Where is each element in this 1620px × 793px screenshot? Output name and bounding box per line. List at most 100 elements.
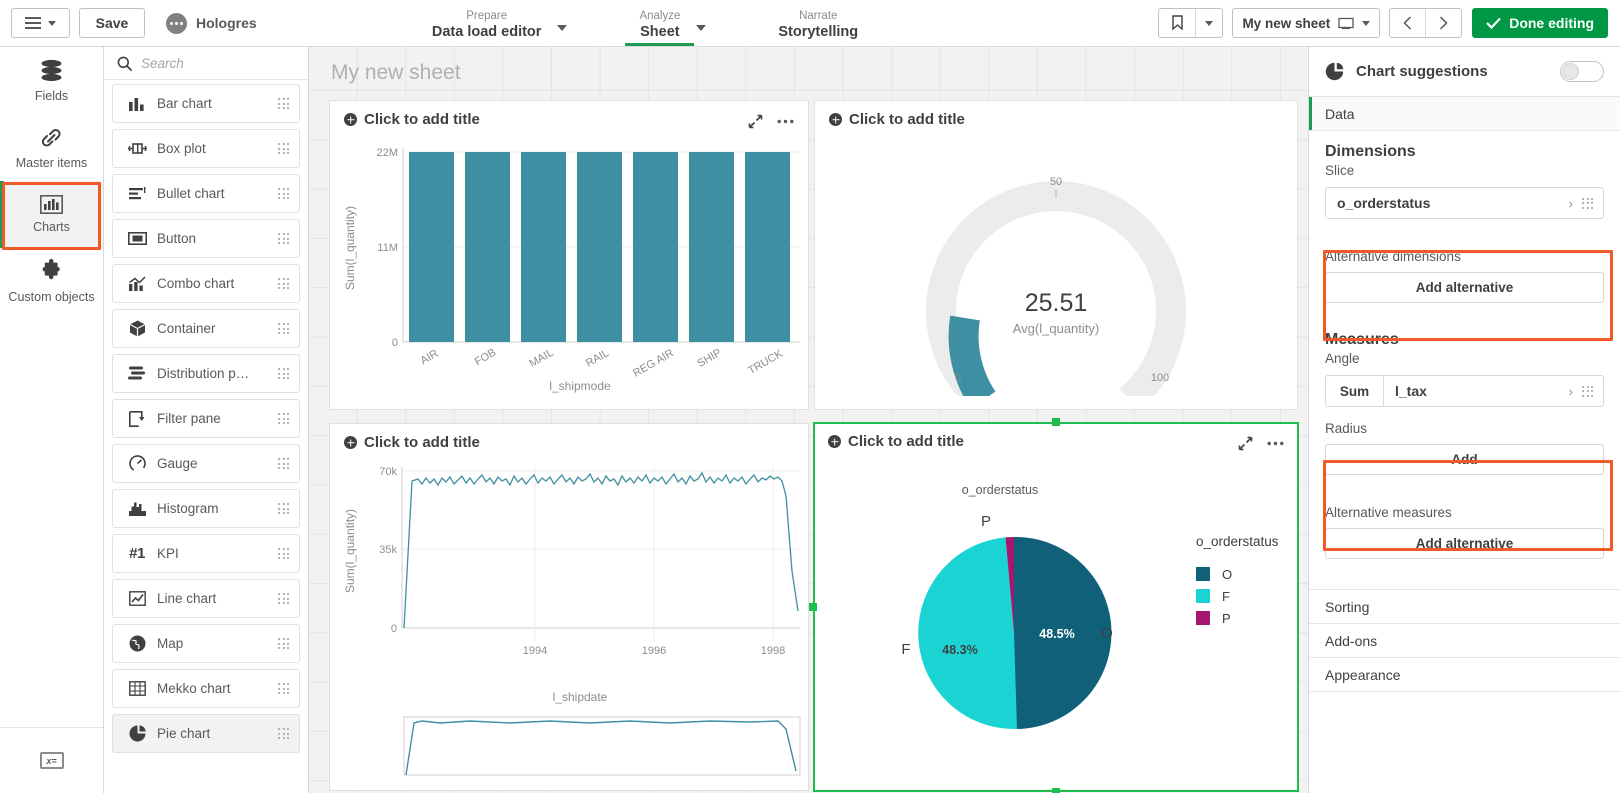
sidebar-item-charts[interactable]: Charts — [0, 181, 103, 248]
measure-aggregation-label[interactable]: Sum — [1326, 376, 1384, 406]
chart-list-item-line-chart[interactable]: Line chart — [112, 579, 300, 618]
bookmark-group — [1158, 8, 1224, 38]
add-radius-measure-button[interactable]: Add — [1325, 444, 1604, 475]
previous-sheet-button[interactable] — [1390, 9, 1425, 37]
chart-list-item-bullet-chart[interactable]: Bullet chart — [112, 174, 300, 213]
chart-list-item-gauge[interactable]: Gauge — [112, 444, 300, 483]
chart-list-item-container[interactable]: Container — [112, 309, 300, 348]
add-title-label[interactable]: Click to add title — [849, 111, 965, 128]
properties-scroll[interactable]: Data Dimensions Slice o_orderstatus › Al… — [1309, 97, 1620, 793]
selection-handle-top[interactable] — [1052, 418, 1060, 426]
drag-grip-icon[interactable] — [1582, 385, 1603, 397]
drag-grip-icon[interactable] — [278, 143, 289, 154]
drag-grip-icon[interactable] — [278, 323, 289, 334]
gauge-plot[interactable]: 50 0 100 25.51 Avg(l_quantity) — [815, 128, 1297, 396]
selection-handle-bottom[interactable] — [1052, 788, 1060, 793]
section-header-sorting[interactable]: Sorting — [1309, 590, 1620, 624]
sidebar-item-label: Fields — [34, 88, 69, 103]
chart-list-item-kpi[interactable]: #1 KPI — [112, 534, 300, 573]
chart-list-item-map[interactable]: Map — [112, 624, 300, 663]
drag-grip-icon[interactable] — [278, 368, 289, 379]
chevron-right-icon[interactable]: › — [1569, 384, 1582, 399]
done-editing-button[interactable]: Done editing — [1472, 8, 1608, 38]
sheet-canvas[interactable]: My new sheet Click to add title 22M 11M … — [309, 47, 1308, 793]
section-header-data[interactable]: Data — [1309, 97, 1620, 131]
section-label: Data — [1325, 105, 1355, 122]
chart-list-item-label: Distribution p… — [157, 366, 250, 381]
sheet-selector-button[interactable]: My new sheet — [1233, 9, 1379, 37]
measure-field-l-tax[interactable]: Sum l_tax › — [1325, 375, 1604, 407]
chart-list-item-distribution-plot[interactable]: Distribution p… — [112, 354, 300, 393]
drag-grip-icon[interactable] — [1582, 197, 1603, 209]
next-sheet-button[interactable] — [1426, 9, 1461, 37]
save-button[interactable]: Save — [79, 8, 145, 38]
drag-grip-icon[interactable] — [278, 548, 289, 559]
chart-list-item-filter-pane[interactable]: Filter pane — [112, 399, 300, 438]
svg-text:F: F — [901, 641, 910, 658]
sidebar-item-custom-objects[interactable]: Custom objects — [0, 248, 103, 315]
add-title-label[interactable]: Click to add title — [848, 433, 964, 450]
nav-item-data-load-editor[interactable]: Prepare Data load editor — [418, 0, 556, 46]
more-options-button[interactable] — [770, 107, 800, 135]
drag-grip-icon[interactable] — [278, 413, 289, 424]
chart-list-item-pie-chart[interactable]: Pie chart — [112, 714, 300, 753]
more-options-button[interactable] — [1260, 429, 1290, 457]
expression-editor-button[interactable]: x= — [0, 727, 103, 793]
section-header-add-ons[interactable]: Add-ons — [1309, 624, 1620, 658]
dimensions-heading: Dimensions — [1325, 143, 1416, 160]
app-user-chip[interactable]: Hologres — [166, 12, 257, 34]
chart-list-item-bar-chart[interactable]: Bar chart — [112, 84, 300, 123]
chevron-down-icon[interactable] — [557, 25, 568, 31]
svg-text:Sum(l_quantity): Sum(l_quantity) — [343, 206, 357, 290]
nav-item-storytelling[interactable]: Narrate Storytelling — [764, 0, 872, 46]
chart-list-item-button[interactable]: Button — [112, 219, 300, 258]
bar-chart-icon — [40, 195, 63, 214]
chart-search-input[interactable] — [141, 55, 281, 71]
drag-grip-icon[interactable] — [278, 728, 289, 739]
chart-cell-line-chart[interactable]: Click to add title 70k 35k 0 Sum(l_quant… — [329, 423, 809, 791]
chart-list-scroll[interactable]: Bar chart Box plot Bullet chart Button C… — [104, 80, 308, 793]
drag-grip-icon[interactable] — [278, 683, 289, 694]
dimension-field-o-orderstatus[interactable]: o_orderstatus › — [1325, 187, 1604, 219]
chart-suggestions-toggle[interactable] — [1560, 61, 1604, 82]
line-chart-plot[interactable]: 70k 35k 0 Sum(l_quantity) 1994 1996 1998… — [330, 451, 808, 777]
drag-grip-icon[interactable] — [278, 458, 289, 469]
bookmark-dropdown-button[interactable] — [1196, 9, 1222, 37]
drag-grip-icon[interactable] — [278, 98, 289, 109]
chart-cell-bar-chart[interactable]: Click to add title 22M 11M 0 Sum(l_quant… — [329, 100, 809, 410]
alternative-measures-label: Alternative measures — [1325, 505, 1452, 520]
chart-list-item-mekko-chart[interactable]: Mekko chart — [112, 669, 300, 708]
add-title-label[interactable]: Click to add title — [364, 111, 480, 128]
fullscreen-button[interactable] — [740, 107, 770, 135]
chart-list-item-combo-chart[interactable]: Combo chart — [112, 264, 300, 303]
sidebar-item-master-items[interactable]: Master items — [0, 114, 103, 181]
sidebar-item-fields[interactable]: Fields — [0, 47, 103, 114]
bar-chart-plot[interactable]: 22M 11M 0 Sum(l_quantity) AIR FOB MAIL R… — [330, 128, 808, 396]
chevron-down-icon[interactable] — [696, 25, 707, 31]
drag-grip-icon[interactable] — [278, 233, 289, 244]
drag-grip-icon[interactable] — [278, 503, 289, 514]
chart-list-item-box-plot[interactable]: Box plot — [112, 129, 300, 168]
drag-grip-icon[interactable] — [278, 278, 289, 289]
caret-down-icon — [48, 20, 56, 26]
pie-chart-plot[interactable]: o_orderstatus P 48.5% O 48.3% F o_orders… — [814, 450, 1296, 776]
drag-grip-icon[interactable] — [278, 188, 289, 199]
chart-list-item-histogram[interactable]: Histogram — [112, 489, 300, 528]
main-menu-button[interactable] — [11, 8, 70, 38]
selection-handle-left[interactable] — [809, 603, 817, 611]
add-title-label[interactable]: Click to add title — [364, 434, 480, 451]
add-alternative-dimension-button[interactable]: Add alternative — [1325, 272, 1604, 303]
drag-grip-icon[interactable] — [278, 593, 289, 604]
section-header-appearance[interactable]: Appearance — [1309, 658, 1620, 692]
svg-text:25.51: 25.51 — [1025, 289, 1088, 317]
nav-item-sheet[interactable]: Analyze Sheet — [625, 0, 695, 46]
fullscreen-button[interactable] — [1230, 429, 1260, 457]
bookmark-button[interactable] — [1159, 9, 1195, 37]
drag-grip-icon[interactable] — [278, 638, 289, 649]
sheet-title-label[interactable]: My new sheet — [331, 61, 461, 85]
chevron-right-icon[interactable]: › — [1569, 196, 1582, 211]
add-alternative-measure-button[interactable]: Add alternative — [1325, 528, 1604, 559]
chart-cell-pie-chart[interactable]: Click to add title o_orderstatus P 48.5%… — [814, 423, 1298, 791]
chart-cell-gauge[interactable]: Click to add title 50 0 100 25.51 Avg(l_… — [814, 100, 1298, 410]
measure-field-label: l_tax — [1395, 383, 1427, 399]
